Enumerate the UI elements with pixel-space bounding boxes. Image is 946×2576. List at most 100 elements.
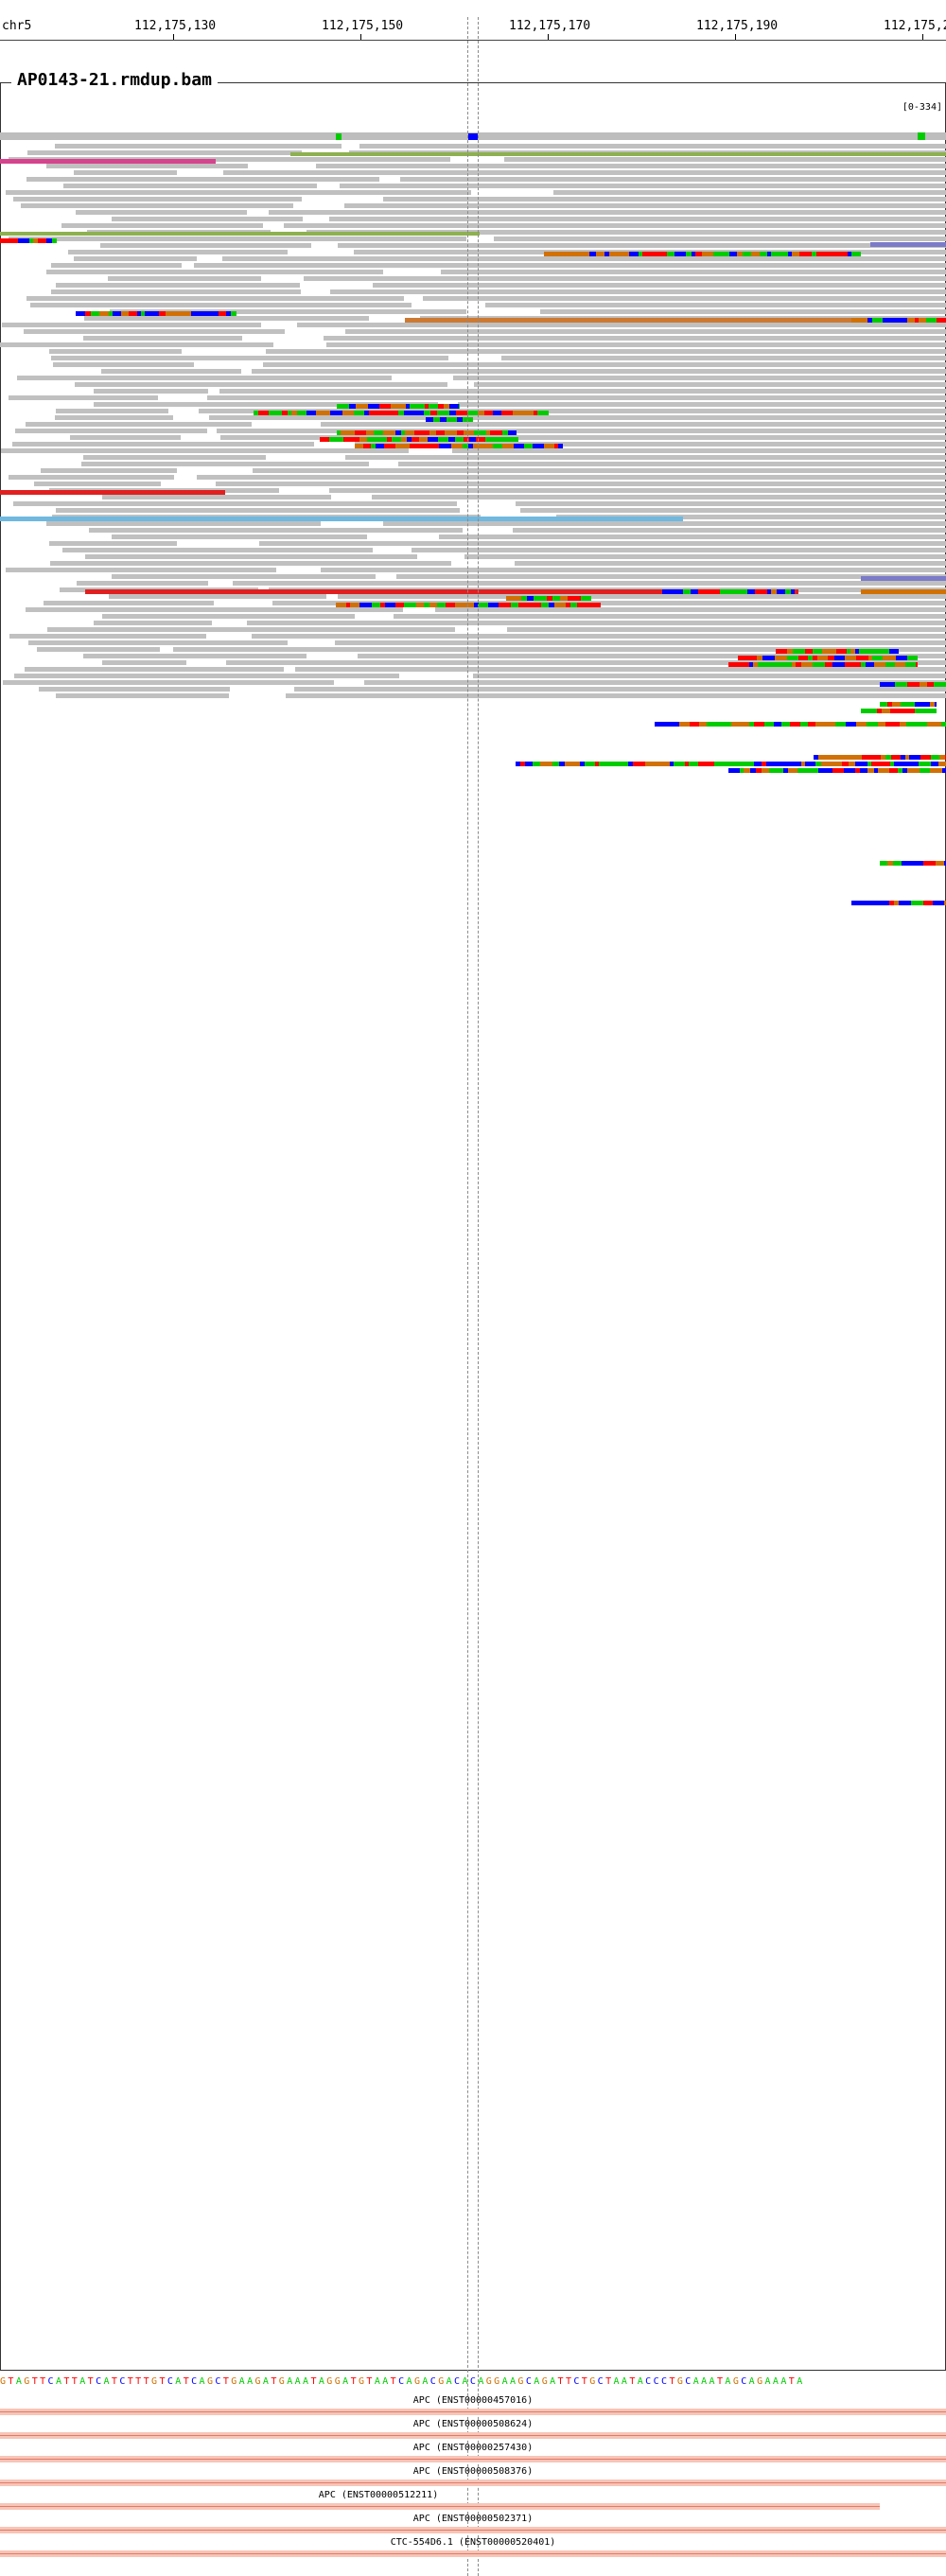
soft-clip[interactable] (750, 768, 756, 773)
soft-clip[interactable] (372, 603, 380, 607)
read[interactable] (207, 395, 946, 400)
soft-clip[interactable] (828, 656, 834, 660)
soft-clip[interactable] (520, 762, 525, 766)
soft-clip[interactable] (552, 762, 559, 766)
soft-clip[interactable] (445, 430, 457, 435)
read[interactable] (70, 435, 181, 440)
soft-clip[interactable] (867, 722, 878, 727)
soft-clip[interactable] (320, 411, 330, 415)
soft-clip[interactable] (762, 662, 774, 667)
soft-clip[interactable] (754, 722, 764, 727)
read[interactable] (435, 607, 946, 612)
read[interactable] (269, 210, 946, 215)
read[interactable] (324, 336, 946, 341)
soft-clip[interactable] (710, 722, 715, 727)
soft-clip[interactable] (329, 437, 333, 442)
soft-clip[interactable] (805, 649, 813, 654)
soft-clip[interactable] (18, 238, 29, 243)
soft-clip[interactable] (254, 411, 258, 415)
soft-clip[interactable] (485, 437, 491, 442)
gene-feature[interactable]: APC (ENST00000502371) (0, 2514, 946, 2534)
soft-clip[interactable] (936, 861, 944, 866)
read[interactable] (394, 614, 946, 619)
soft-clip[interactable] (438, 404, 444, 409)
soft-clip[interactable] (801, 662, 813, 667)
read[interactable] (423, 296, 946, 301)
read[interactable] (25, 667, 284, 672)
soft-clip[interactable] (901, 755, 905, 760)
soft-clip[interactable] (716, 589, 720, 594)
soft-clip[interactable] (534, 603, 541, 607)
soft-clip[interactable] (399, 404, 406, 409)
soft-clip[interactable] (909, 755, 920, 760)
soft-clip[interactable] (406, 444, 410, 448)
soft-clip[interactable] (367, 437, 377, 442)
read[interactable] (56, 283, 300, 288)
soft-clip[interactable] (667, 722, 679, 727)
read[interactable] (44, 601, 214, 605)
soft-clip[interactable] (434, 444, 439, 448)
read[interactable] (321, 568, 946, 572)
read[interactable] (112, 534, 367, 539)
read[interactable] (56, 693, 229, 698)
soft-clip[interactable] (297, 411, 307, 415)
soft-clip[interactable] (706, 589, 716, 594)
soft-clip[interactable] (767, 589, 771, 594)
soft-clip[interactable] (877, 709, 882, 713)
soft-clip[interactable] (893, 861, 902, 866)
read[interactable] (41, 468, 177, 473)
soft-clip[interactable] (657, 762, 670, 766)
soft-clip[interactable] (459, 404, 460, 409)
read[interactable] (55, 144, 342, 149)
soft-clip[interactable] (91, 311, 99, 316)
soft-clip[interactable] (559, 762, 565, 766)
soft-clip[interactable] (544, 444, 554, 448)
soft-clip[interactable] (926, 702, 930, 707)
soft-clip[interactable] (184, 311, 191, 316)
soft-clip[interactable] (642, 252, 649, 256)
soft-clip[interactable] (813, 656, 817, 660)
soft-clip[interactable] (456, 411, 467, 415)
soft-clip[interactable] (894, 901, 899, 905)
read[interactable] (266, 349, 946, 354)
read[interactable] (112, 574, 376, 579)
soft-clip[interactable] (355, 444, 363, 448)
soft-clip[interactable] (937, 722, 941, 727)
soft-clip[interactable] (476, 437, 485, 442)
soft-clip[interactable] (219, 311, 226, 316)
soft-clip[interactable] (113, 311, 117, 316)
soft-clip[interactable] (866, 662, 874, 667)
soft-clip[interactable] (825, 662, 832, 667)
soft-clip[interactable] (758, 662, 762, 667)
soft-clip[interactable] (33, 238, 38, 243)
read[interactable] (316, 164, 946, 168)
soft-clip[interactable] (391, 603, 395, 607)
soft-clip[interactable] (902, 861, 908, 866)
soft-clip[interactable] (902, 768, 907, 773)
soft-clip[interactable] (424, 411, 430, 415)
soft-clip[interactable] (501, 411, 513, 415)
read[interactable] (553, 190, 946, 195)
soft-clip[interactable] (692, 252, 695, 256)
soft-clip[interactable] (889, 649, 899, 654)
soft-clip[interactable] (549, 603, 554, 607)
soft-clip[interactable] (337, 430, 341, 435)
soft-clip[interactable] (847, 649, 850, 654)
soft-clip[interactable] (835, 722, 846, 727)
soft-clip[interactable] (783, 768, 788, 773)
soft-clip[interactable] (415, 444, 425, 448)
read[interactable] (1, 448, 409, 453)
soft-clip[interactable] (547, 596, 552, 601)
soft-clip[interactable] (727, 722, 731, 727)
soft-clip[interactable] (369, 411, 377, 415)
soft-clip[interactable] (755, 589, 767, 594)
read[interactable] (94, 621, 212, 625)
read[interactable] (81, 462, 369, 466)
soft-clip[interactable] (880, 861, 887, 866)
soft-clip[interactable] (939, 755, 945, 760)
soft-clip[interactable] (482, 444, 493, 448)
soft-clip[interactable] (893, 318, 903, 323)
soft-clip[interactable] (554, 603, 566, 607)
soft-clip[interactable] (895, 682, 907, 687)
soft-clip[interactable] (166, 311, 173, 316)
